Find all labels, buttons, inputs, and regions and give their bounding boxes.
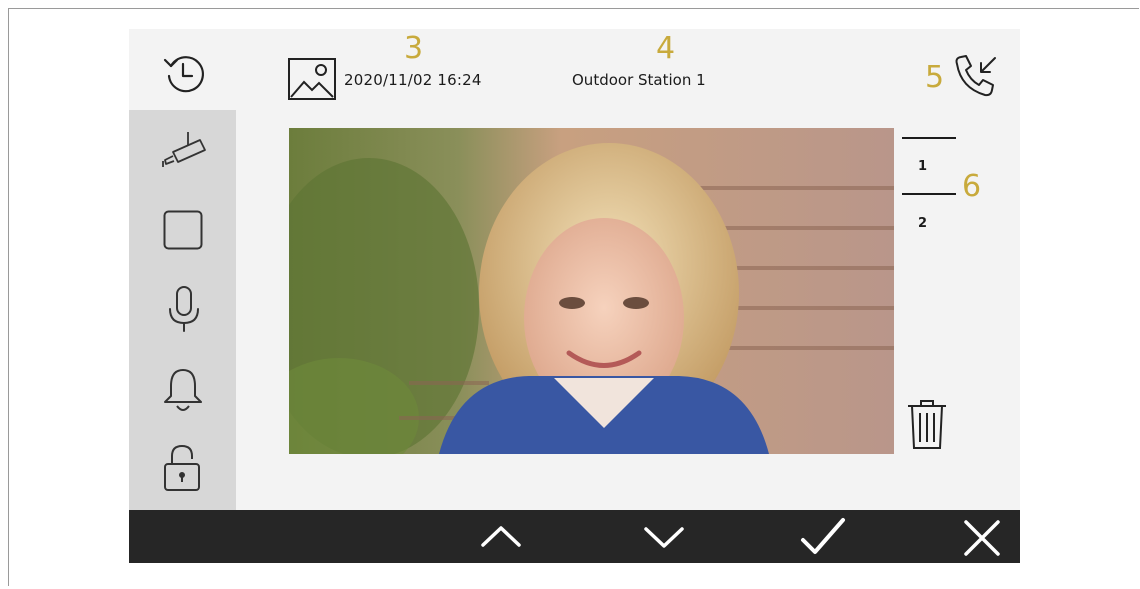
history-icon[interactable] <box>161 50 209 98</box>
pager-line-bottom <box>902 193 956 195</box>
square-icon[interactable] <box>163 210 203 250</box>
page-number-2[interactable]: 2 <box>918 216 927 231</box>
video-feed <box>289 128 894 454</box>
callout-4: 4 <box>656 31 676 66</box>
lock-icon[interactable] <box>162 442 202 494</box>
incoming-call-icon <box>951 52 1001 102</box>
page-number-1[interactable]: 1 <box>918 159 927 174</box>
close-icon[interactable] <box>962 518 1002 558</box>
call-datetime: 2020/11/02 16:24 <box>344 71 482 89</box>
pager-line-top <box>902 137 956 139</box>
callout-6: 6 <box>962 169 982 204</box>
callout-5: 5 <box>925 60 945 95</box>
bottom-bar <box>129 510 1020 563</box>
image-icon[interactable] <box>288 58 336 100</box>
trash-icon[interactable] <box>906 398 948 452</box>
camera-icon[interactable] <box>160 128 210 172</box>
chevron-up-icon[interactable] <box>480 523 522 551</box>
callout-3: 3 <box>404 31 424 66</box>
check-icon[interactable] <box>800 516 846 558</box>
chevron-down-icon[interactable] <box>643 523 685 551</box>
bell-icon[interactable] <box>159 364 207 414</box>
station-name: Outdoor Station 1 <box>572 71 706 89</box>
microphone-icon[interactable] <box>166 285 202 333</box>
